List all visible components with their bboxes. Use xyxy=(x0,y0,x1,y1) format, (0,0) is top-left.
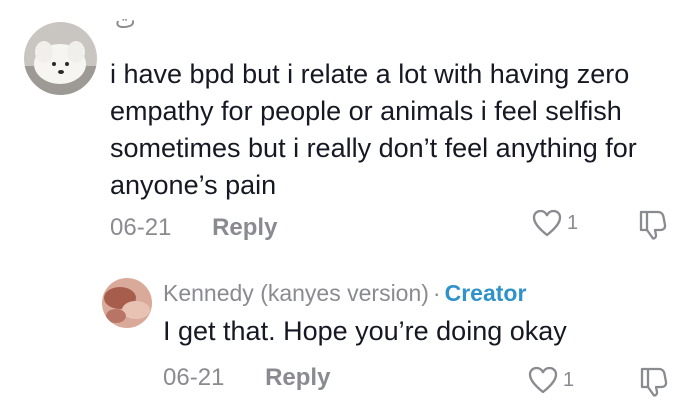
reply-reply-button[interactable]: Reply xyxy=(265,364,330,391)
commenter-avatar[interactable] xyxy=(24,22,97,95)
separator-dot: · xyxy=(432,280,441,306)
comment-date: 06-21 xyxy=(110,214,172,241)
reply-date: 06-21 xyxy=(163,364,225,391)
reply-like-count: 1 xyxy=(563,368,575,391)
like-count: 1 xyxy=(567,211,579,234)
heart-icon xyxy=(532,209,562,237)
heart-icon xyxy=(528,366,558,394)
reply-header: Kennedy (kanyes version) · Creator xyxy=(163,280,526,307)
creator-avatar-image xyxy=(102,278,152,328)
comment-text: i have bpd but i relate a lot with havin… xyxy=(110,59,637,200)
dislike-button[interactable] xyxy=(638,208,668,245)
reply-username[interactable]: Kennedy (kanyes version) xyxy=(163,280,429,306)
reply-like-button[interactable]: 1 xyxy=(527,365,574,395)
reply-meta: 06-21 Reply xyxy=(163,364,330,392)
reply-button[interactable]: Reply xyxy=(212,214,277,241)
creator-badge: Creator xyxy=(444,280,527,306)
comment-meta: 06-21 Reply xyxy=(110,214,277,242)
thumbs-down-icon xyxy=(639,210,667,240)
thumbs-down-icon xyxy=(640,367,668,397)
reply-dislike-button[interactable] xyxy=(639,365,669,402)
like-button[interactable]: 1 xyxy=(531,208,578,238)
commenter-username[interactable]: ت xyxy=(115,8,136,34)
reply-text: I get that. Hope you’re doing okay xyxy=(163,316,567,346)
dog-avatar-image xyxy=(24,22,97,95)
creator-avatar[interactable] xyxy=(102,278,152,328)
